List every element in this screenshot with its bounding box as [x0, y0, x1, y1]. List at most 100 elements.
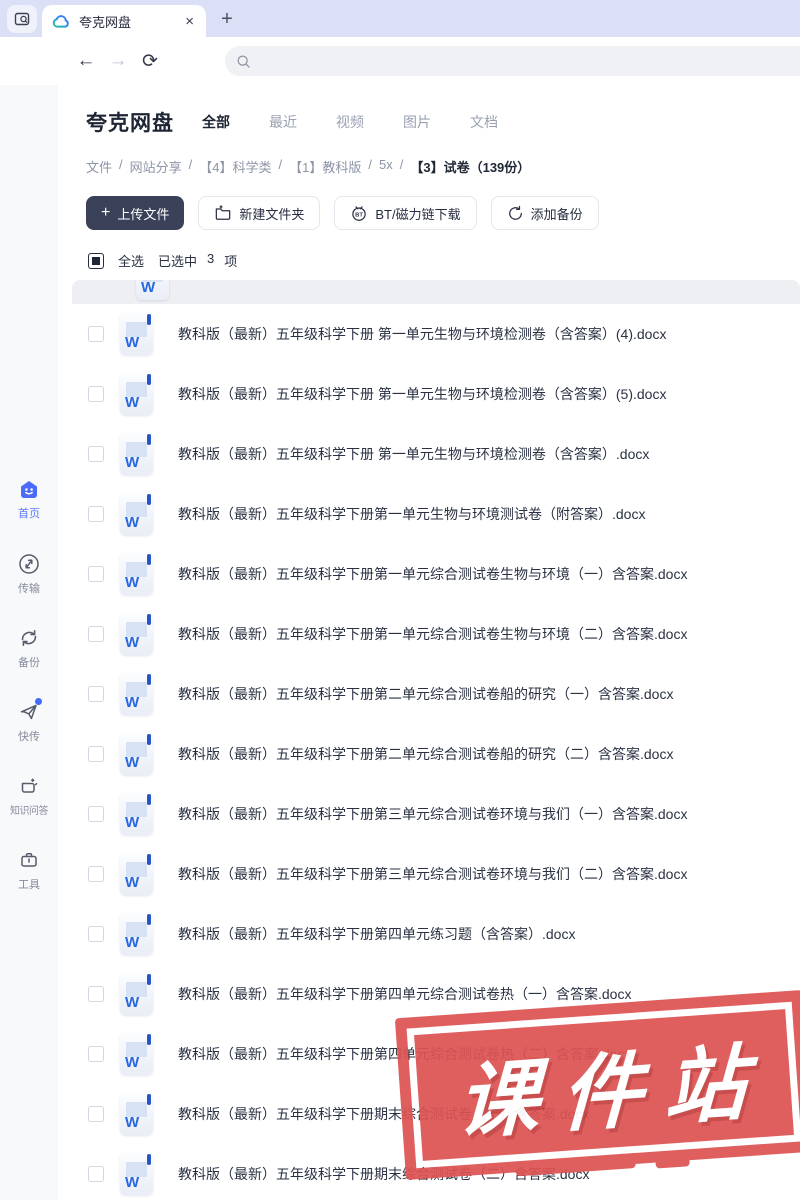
select-all-checkbox[interactable] — [88, 252, 104, 269]
breadcrumb-current: 【3】试卷（139份） — [410, 160, 531, 175]
word-file-icon: W — [120, 1033, 153, 1075]
doc-icon-letter: W — [125, 754, 140, 771]
new-tab-button[interactable]: + — [212, 4, 242, 34]
breadcrumb-segment[interactable]: 网站分享 — [130, 157, 182, 176]
doc-icon-letter: W — [125, 1054, 140, 1071]
file-name: 教科版（最新）五年级科学下册第三单元综合测试卷环境与我们（一）含答案.docx — [178, 806, 688, 822]
row-checkbox[interactable] — [88, 1166, 104, 1182]
file-row[interactable]: W 教科版（最新）五年级科学下册第三单元综合测试卷环境与我们（一）含答案.docx — [72, 784, 800, 844]
sidebar-item-home[interactable]: 首页 — [0, 478, 58, 525]
doc-icon-notch — [147, 914, 151, 925]
breadcrumb-segment[interactable]: 【1】教科版 — [289, 157, 361, 176]
breadcrumb-separator: / — [119, 157, 123, 172]
row-checkbox[interactable] — [88, 326, 104, 342]
row-checkbox[interactable] — [88, 746, 104, 762]
sidebar-item-backup[interactable]: 备份 — [0, 626, 58, 673]
tab-all[interactable]: 全部 — [202, 112, 230, 132]
tab-image[interactable]: 图片 — [403, 112, 431, 132]
stamp-text: 课件站 — [455, 1035, 770, 1150]
row-checkbox[interactable] — [88, 566, 104, 582]
sidebar-item-label: 备份 — [18, 657, 40, 669]
sidebar-item-tools[interactable]: 工具 — [0, 848, 58, 895]
row-checkbox[interactable] — [88, 926, 104, 942]
row-checkbox[interactable] — [88, 866, 104, 882]
bt-magnet-download-button[interactable]: BT BT/磁力链下载 — [334, 196, 477, 230]
sidebar-item-quick-send[interactable]: 快传 — [0, 698, 58, 747]
file-row[interactable]: W 教科版（最新）五年级科学下册第二单元综合测试卷船的研究（二）含答案.docx — [72, 724, 800, 784]
doc-icon-notch — [147, 734, 151, 745]
row-checkbox[interactable] — [88, 1046, 104, 1062]
tab-doc[interactable]: 文档 — [470, 112, 498, 132]
file-row[interactable]: W 教科版（最新）五年级科学下册第一单元生物与环境测试卷（附答案）.docx — [72, 484, 800, 544]
selection-bar: 全选 已选中 3 项 — [58, 230, 800, 270]
file-row[interactable]: W 教科版（最新）五年级科学下册第一单元综合测试卷生物与环境（一）含答案.docx — [72, 544, 800, 604]
row-checkbox[interactable] — [88, 446, 104, 462]
quark-cloud-logo-icon — [52, 14, 69, 28]
doc-icon-notch — [147, 794, 151, 805]
backup-sync-icon — [21, 630, 37, 646]
file-row[interactable]: W 教科版（最新）五年级科学下册第四单元练习题（含答案）.docx — [72, 904, 800, 964]
selected-count-text: 已选中 3 项 — [158, 251, 237, 270]
file-row[interactable]: W 教科版（最新）五年级科学下册 第一单元生物与环境检测卷（含答案）(5).doc… — [72, 364, 800, 424]
doc-icon-letter: W — [125, 334, 140, 351]
row-checkbox[interactable] — [88, 686, 104, 702]
file-row[interactable]: W 教科版（最新）五年级科学下册第三单元综合测试卷环境与我们（二）含答案.docx — [72, 844, 800, 904]
forward-icon[interactable]: → — [102, 50, 134, 72]
file-row[interactable]: W 教科版（最新）五年级科学下册 第一单元生物与环境检测卷（含答案）(4).doc… — [72, 304, 800, 364]
browser-tab-active[interactable]: 夸克网盘 × — [42, 5, 206, 37]
address-search-bar[interactable] — [225, 46, 800, 76]
row-checkbox[interactable] — [88, 506, 104, 522]
breadcrumb-segment[interactable]: 【4】科学类 — [199, 157, 271, 176]
row-checkbox[interactable] — [88, 626, 104, 642]
window-search-button[interactable] — [7, 5, 37, 33]
row-checkbox[interactable] — [88, 386, 104, 402]
doc-icon-notch — [147, 434, 151, 445]
breadcrumb-segment[interactable]: 文件 — [86, 157, 112, 176]
sidebar-item-knowledge-qa[interactable]: 知识问答 — [0, 774, 58, 821]
file-name: 教科版（最新）五年级科学下册 第一单元生物与环境检测卷（含答案）(4).docx — [178, 326, 667, 342]
word-file-icon: W — [120, 793, 153, 835]
sidebar: 首页 传输 备份 快传 知识问答 工具 — [0, 85, 58, 1200]
backup-circle-icon — [508, 205, 522, 220]
row-checkbox[interactable] — [88, 806, 104, 822]
doc-icon-letter: W — [125, 1174, 140, 1191]
browser-tabstrip: 夸克网盘 × + — [0, 0, 800, 37]
doc-icon-notch — [147, 494, 151, 505]
tab-video[interactable]: 视频 — [336, 112, 364, 132]
selected-unit: 项 — [224, 254, 238, 269]
word-file-icon: W — [136, 280, 169, 300]
search-input[interactable] — [252, 53, 800, 69]
row-checkbox[interactable] — [88, 986, 104, 1002]
file-row[interactable]: W 教科版（最新）五年级科学下册第一单元综合测试卷生物与环境（二）含答案.docx — [72, 604, 800, 664]
refresh-icon[interactable]: ⟳ — [134, 50, 166, 73]
breadcrumb-separator: / — [399, 157, 404, 172]
breadcrumb-segment[interactable]: 5x — [379, 157, 393, 176]
row-checkbox[interactable] — [88, 1106, 104, 1122]
word-file-icon: W — [120, 373, 153, 415]
back-icon[interactable]: ← — [70, 50, 102, 72]
sidebar-item-label: 传输 — [18, 583, 40, 595]
tab-title: 夸克网盘 — [79, 14, 132, 30]
new-folder-label: 新建文件夹 — [239, 206, 305, 222]
sidebar-item-transfer[interactable]: 传输 — [0, 552, 58, 599]
tab-close-icon[interactable]: × — [183, 13, 196, 30]
new-folder-button[interactable]: 新建文件夹 — [198, 196, 321, 230]
word-file-icon: W — [120, 1093, 153, 1135]
doc-icon-letter: W — [125, 814, 140, 831]
folder-plus-icon — [216, 205, 231, 220]
breadcrumb-separator: / — [188, 157, 193, 172]
home-smiley-icon — [21, 481, 37, 498]
svg-text:BT: BT — [355, 212, 363, 218]
add-backup-button[interactable]: 添加备份 — [490, 196, 599, 230]
search-icon — [237, 55, 250, 68]
tab-recent[interactable]: 最近 — [269, 112, 297, 132]
file-name: 教科版（最新）五年级科学下册 第一单元生物与环境检测卷（含答案）(5).docx — [178, 386, 667, 402]
upload-file-button[interactable]: + 上传文件 — [86, 196, 185, 230]
doc-icon-notch — [147, 974, 151, 985]
file-row[interactable]: W 教科版（最新）五年级科学下册 第一单元生物与环境检测卷（含答案）.docx — [72, 424, 800, 484]
doc-icon-letter: W — [125, 994, 140, 1011]
file-row-partial[interactable]: W — [72, 280, 800, 304]
file-name: 教科版（最新）五年级科学下册第一单元综合测试卷生物与环境（二）含答案.docx — [178, 626, 688, 642]
select-all-label[interactable]: 全选 — [118, 251, 144, 270]
file-row[interactable]: W 教科版（最新）五年级科学下册第二单元综合测试卷船的研究（一）含答案.docx — [72, 664, 800, 724]
